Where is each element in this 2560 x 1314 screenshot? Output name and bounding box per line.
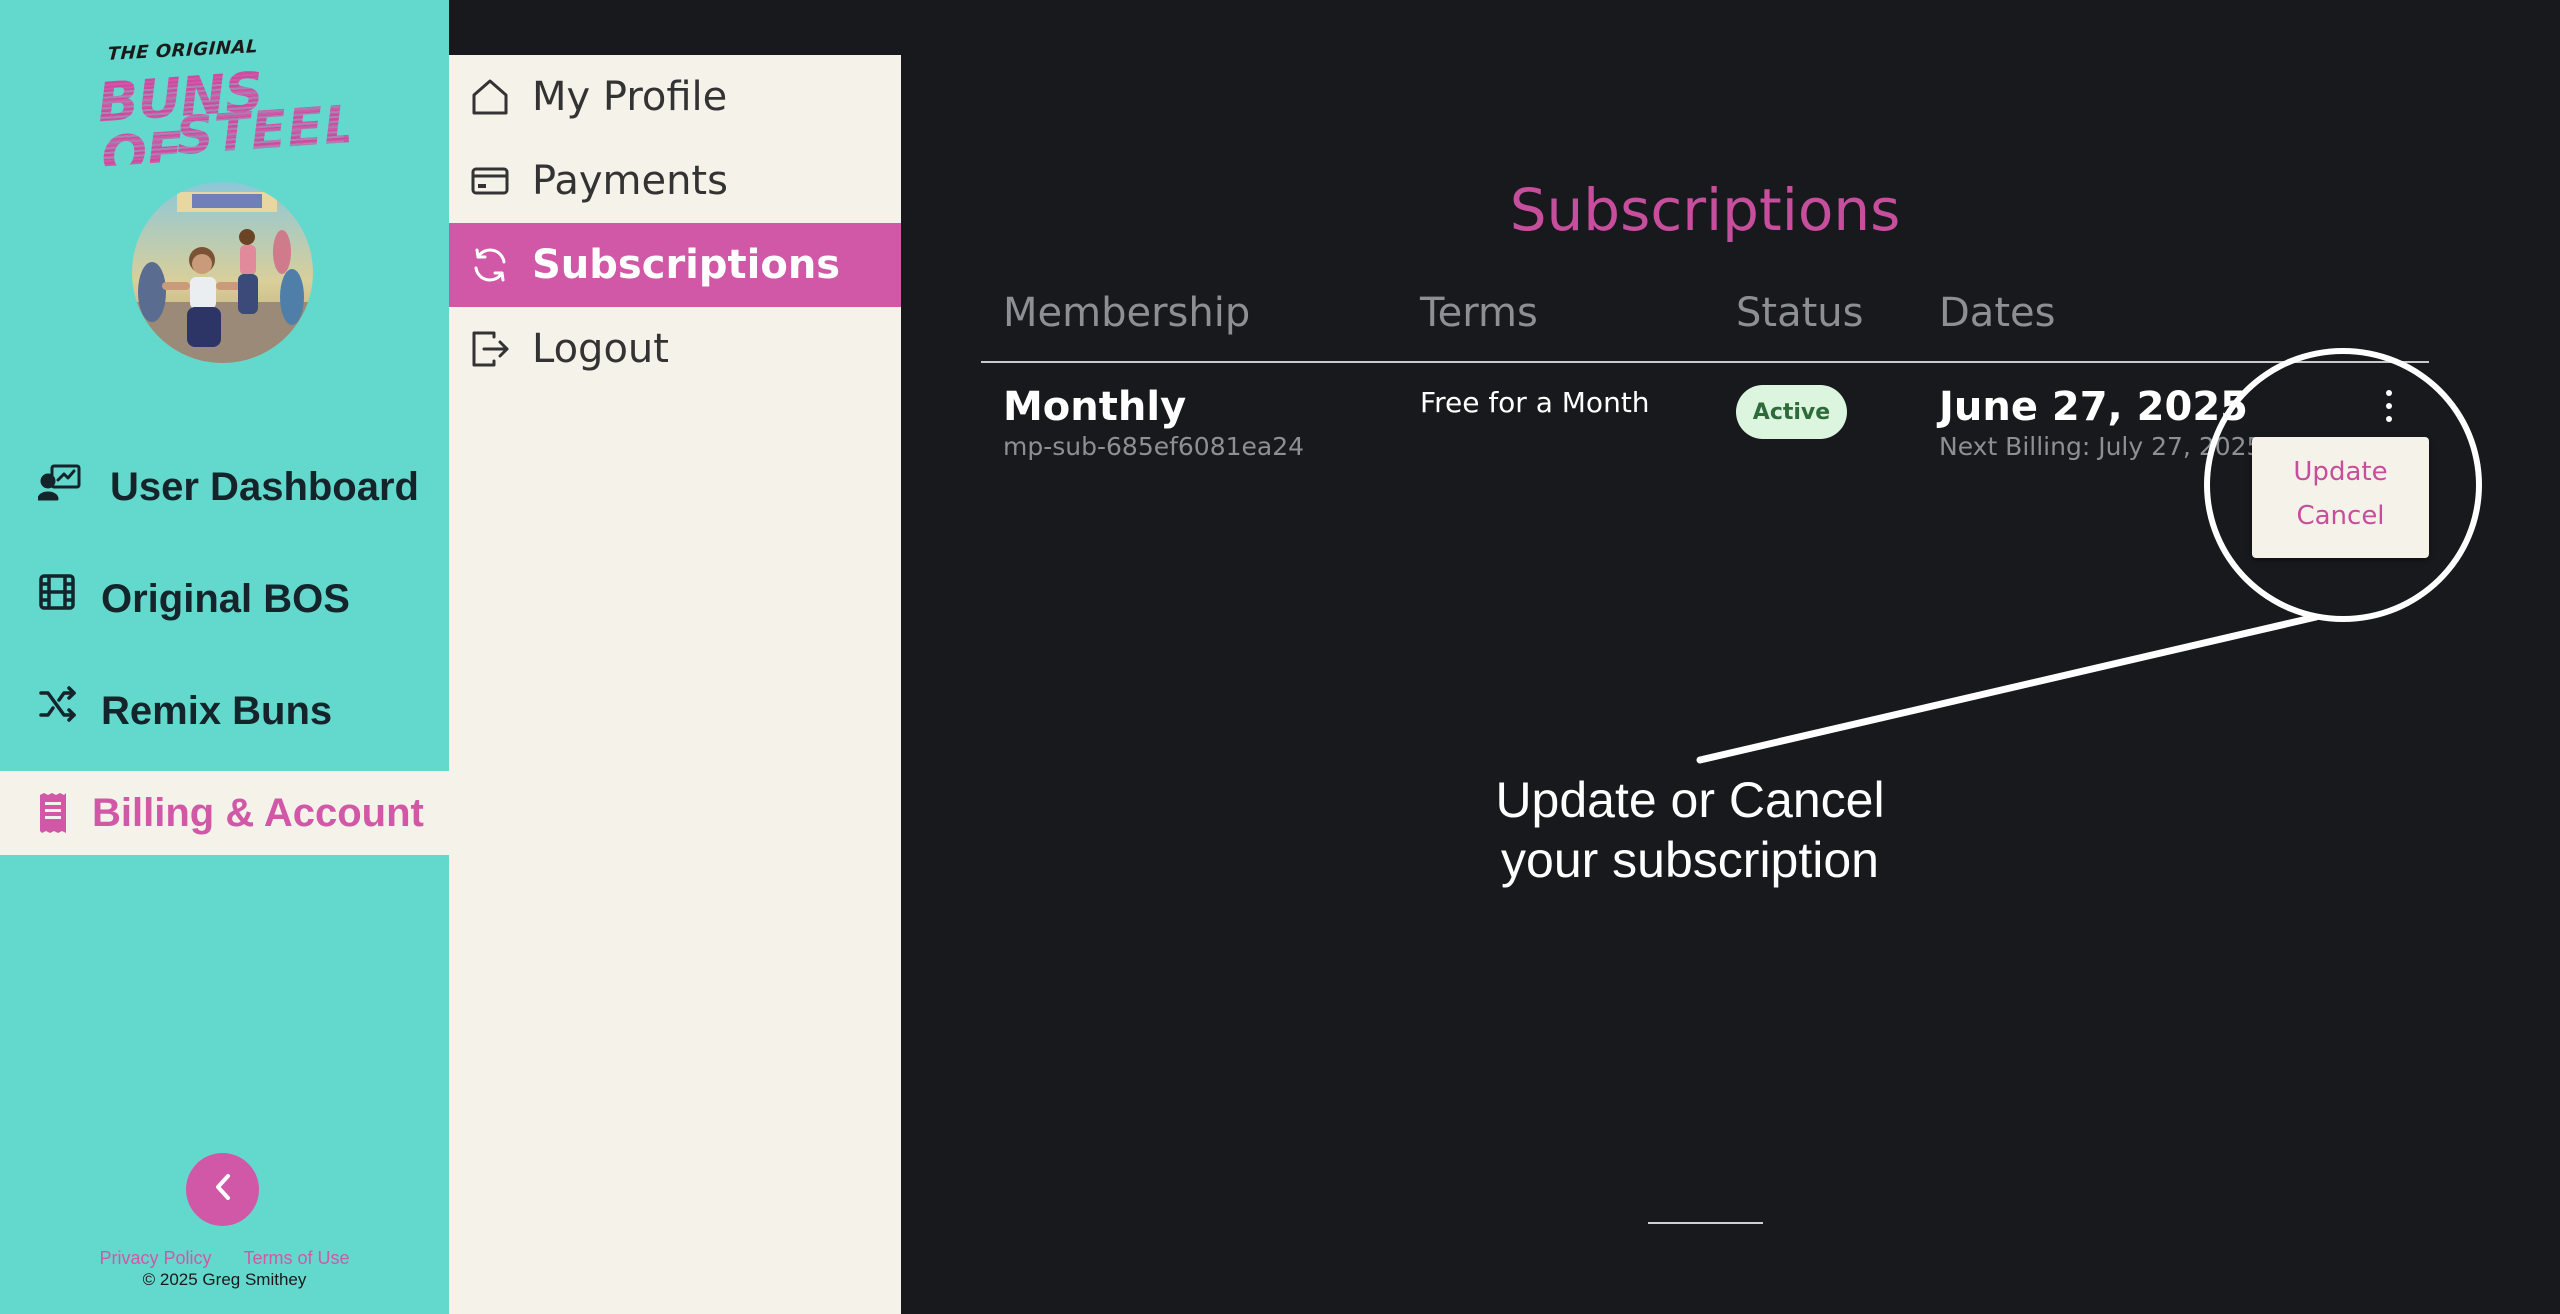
bottom-divider [1648, 1222, 1763, 1224]
subscription-date: June 27, 2025 [1939, 384, 2249, 430]
footer-links: Privacy Policy Terms of Use [0, 1248, 449, 1269]
logout-icon [470, 329, 510, 369]
buns-of-steel-logo[interactable]: BUNS OF STEEL THE ORIGINAL [92, 34, 349, 166]
subnav-item-subscriptions[interactable]: Subscriptions [449, 223, 901, 307]
avatar-image [132, 182, 313, 363]
sidebar-item-label: User Dashboard [110, 464, 419, 509]
subnav-item-label: Payments [532, 158, 728, 204]
sidebar-item-label: Original BOS [101, 576, 350, 621]
subnav-item-label: Logout [532, 326, 669, 372]
user-chart-icon [37, 463, 82, 503]
callout-line-1: Update or Cancel [1495, 772, 1885, 828]
receipt-icon [38, 793, 82, 833]
sidebar-item-user-dashboard[interactable]: User Dashboard [0, 445, 449, 529]
home-icon [470, 77, 510, 117]
page-title: Subscriptions [1509, 176, 1901, 244]
copyright: © 2025 Greg Smithey [142, 1270, 307, 1289]
collapse-sidebar-button[interactable] [186, 1153, 259, 1226]
avatar [132, 182, 313, 363]
sidebar-item-original-bos[interactable]: Original BOS [0, 557, 449, 641]
sidebar-item-remix-buns[interactable]: Remix Buns [0, 669, 449, 753]
sidebar-item-label: Remix Buns [101, 688, 333, 733]
status-badge: Active [1736, 385, 1847, 439]
column-header-status: Status [1736, 290, 1864, 336]
credit-card-icon [470, 161, 510, 201]
column-header-dates: Dates [1939, 290, 2056, 336]
chevron-left-icon [211, 1172, 235, 1207]
membership-name: Monthly [1003, 384, 1187, 430]
subnav-item-logout[interactable]: Logout [449, 307, 901, 391]
callout-circle [2204, 348, 2482, 622]
subnav-item-payments[interactable]: Payments [449, 139, 901, 223]
sidebar-item-billing-account[interactable]: Billing & Account [0, 771, 449, 855]
account-subnav: My Profile Payments Subscriptions Logout [449, 55, 901, 1314]
sidebar: BUNS OF STEEL THE ORIGINAL User Dashboar… [0, 0, 449, 1314]
terms-value: Free for a Month [1420, 386, 1650, 419]
sidebar-item-label: Billing & Account [92, 790, 424, 835]
subnav-item-label: My Profile [532, 74, 728, 120]
callout-line-2: your subscription [1501, 832, 1879, 888]
refresh-icon [470, 245, 510, 285]
film-icon [38, 573, 82, 613]
logo-line-2: STEEL [174, 95, 349, 167]
subnav-item-label: Subscriptions [532, 242, 841, 288]
privacy-policy-link[interactable]: Privacy Policy [99, 1248, 211, 1268]
callout-text: Update or Cancel your subscription [1440, 770, 1940, 890]
shuffle-icon [38, 685, 82, 725]
table-header-divider [981, 361, 2429, 363]
column-header-membership: Membership [1003, 290, 1251, 336]
subnav-item-my-profile[interactable]: My Profile [449, 55, 901, 139]
membership-id: mp-sub-685ef6081ea24 [1003, 432, 1305, 461]
column-header-terms: Terms [1420, 290, 1538, 336]
terms-of-use-link[interactable]: Terms of Use [244, 1248, 350, 1268]
